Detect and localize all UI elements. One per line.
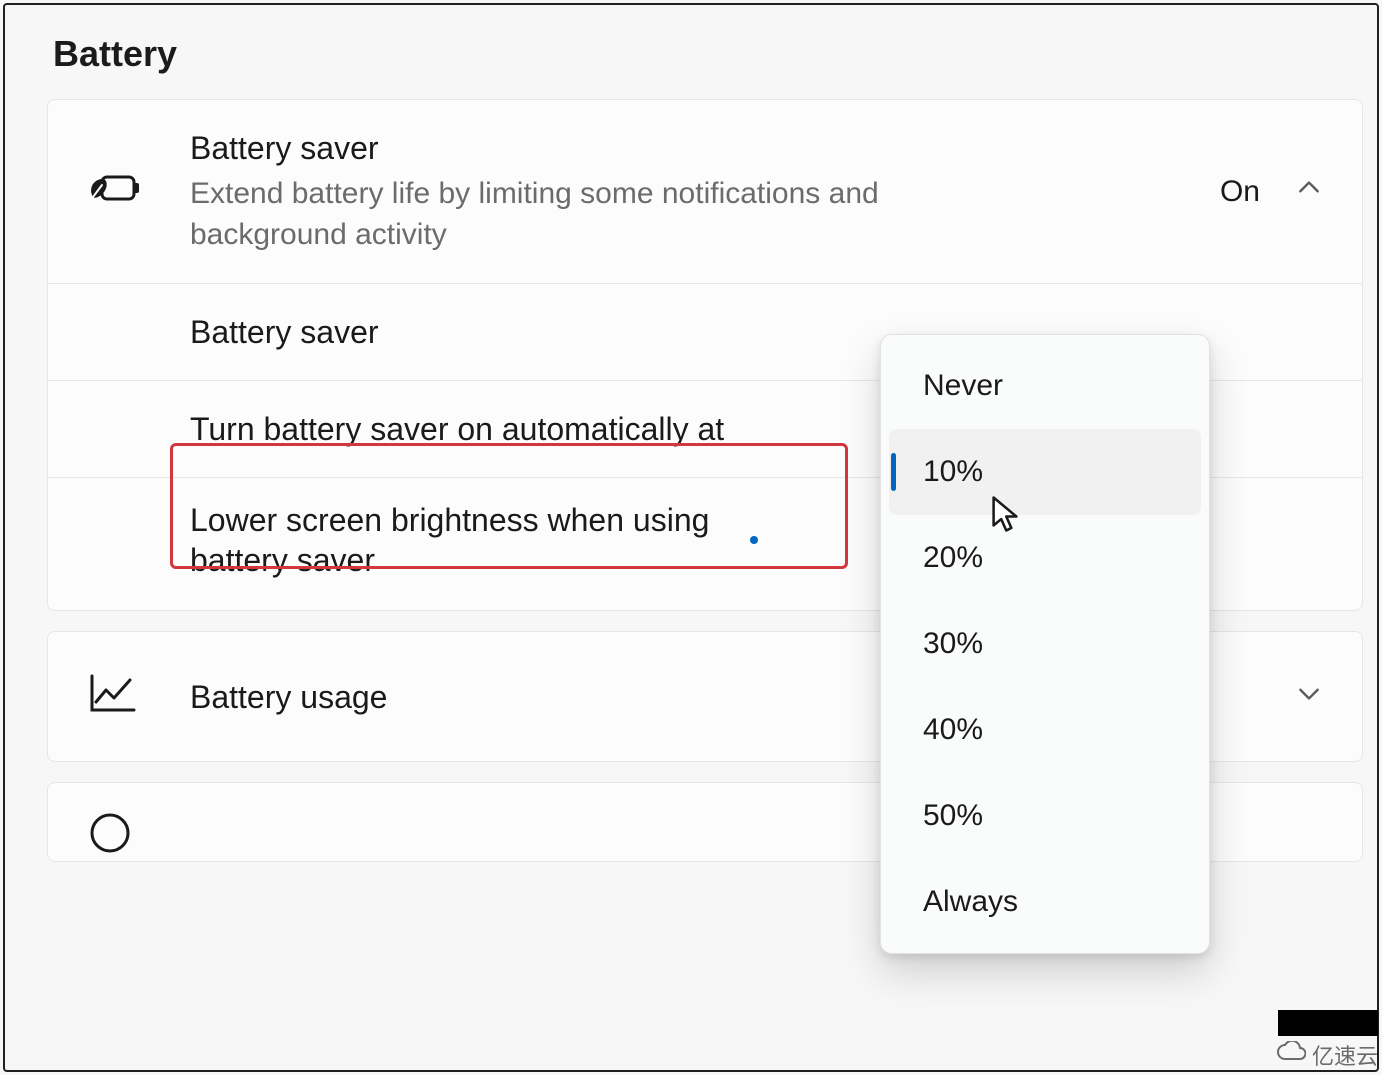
globe-icon	[86, 805, 134, 858]
toggle-indicator-icon	[750, 536, 758, 544]
dropdown-option[interactable]: 20%	[889, 515, 1201, 601]
cloud-icon	[1276, 1041, 1306, 1069]
dropdown-option[interactable]: 10%	[889, 429, 1201, 515]
battery-saver-title: Battery saver	[190, 128, 1196, 168]
watermark: 亿速云	[1276, 1010, 1378, 1071]
battery-saver-description: Extend battery life by limiting some not…	[190, 174, 950, 255]
auto-on-threshold-dropdown[interactable]: Never10%20%30%40%50%Always	[880, 334, 1210, 954]
dropdown-option[interactable]: 30%	[889, 601, 1201, 687]
dropdown-option[interactable]: 50%	[889, 773, 1201, 859]
chevron-down-icon	[1296, 680, 1322, 714]
chevron-up-icon	[1296, 175, 1322, 209]
dropdown-option[interactable]: Never	[889, 343, 1201, 429]
battery-saver-leaf-icon	[86, 169, 142, 214]
dropdown-option[interactable]: Always	[889, 859, 1201, 945]
battery-saver-brightness-label: Lower screen brightness when using batte…	[190, 500, 726, 580]
section-title: Battery	[53, 33, 1363, 75]
dropdown-option[interactable]: 40%	[889, 687, 1201, 773]
chart-line-icon	[86, 672, 138, 721]
battery-saver-status: On	[1220, 175, 1260, 209]
watermark-text: 亿速云	[1312, 1039, 1378, 1071]
watermark-bar	[1278, 1010, 1378, 1036]
battery-saver-header-row[interactable]: Battery saver Extend battery life by lim…	[48, 100, 1362, 283]
